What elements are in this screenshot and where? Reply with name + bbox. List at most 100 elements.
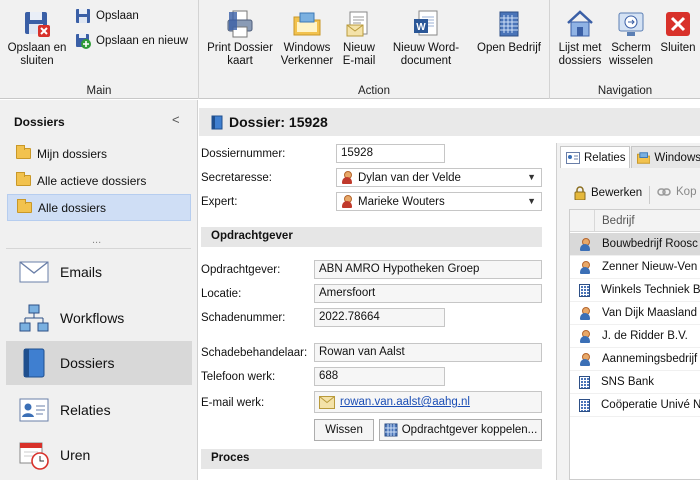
telefoon-werk-field[interactable]: 688 bbox=[314, 367, 445, 386]
expert-select[interactable]: Marieke Wouters ▼ bbox=[336, 192, 542, 211]
new-word-button[interactable]: W Nieuw Word-document bbox=[381, 9, 471, 68]
nav-workflows[interactable]: Workflows bbox=[6, 296, 192, 340]
folder-label: Alle actieve dossiers bbox=[37, 173, 147, 188]
edit-button[interactable]: Bewerken bbox=[574, 186, 642, 200]
dossier-book-icon bbox=[18, 347, 50, 379]
list-item[interactable]: Coöperatie Univé N bbox=[570, 394, 700, 417]
locatie-label: Locatie: bbox=[201, 288, 242, 300]
save-new-icon bbox=[76, 34, 91, 49]
nav-label: Workflows bbox=[60, 310, 125, 326]
group-label-navigation: Navigation bbox=[597, 85, 653, 97]
link-client-button[interactable]: Opdrachtgever koppelen... bbox=[379, 419, 542, 441]
calendar-clock-icon bbox=[18, 439, 50, 471]
dossier-list-button[interactable]: Lijst met dossiers bbox=[554, 9, 606, 68]
nav-label: Emails bbox=[60, 264, 103, 280]
windows-explorer-button[interactable]: Windows Verkenner bbox=[277, 9, 337, 68]
contact-card-icon bbox=[566, 151, 580, 164]
email-icon bbox=[346, 11, 368, 37]
schadenummer-label: Schadenummer: bbox=[201, 312, 286, 324]
envelope-icon bbox=[319, 395, 335, 409]
folder-explorer-icon bbox=[293, 12, 321, 36]
folder-all-active-dossiers[interactable]: Alle actieve dossiers bbox=[7, 167, 191, 194]
clear-button[interactable]: Wissen bbox=[314, 419, 374, 441]
dossiernummer-label: Dossiernummer: bbox=[201, 148, 286, 160]
dossiernummer-field[interactable]: 15928 bbox=[336, 144, 445, 163]
new-email-label: Nieuw E-mail bbox=[342, 42, 376, 67]
save-button[interactable]: Opslaan bbox=[75, 8, 139, 24]
list-item[interactable]: SNS Bank bbox=[570, 371, 700, 394]
building-icon bbox=[499, 11, 519, 37]
schadebehandelaar-field[interactable]: Rowan van Aalst bbox=[314, 343, 542, 362]
new-word-label: Nieuw Word-document bbox=[392, 42, 460, 67]
list-item[interactable]: Aannemingsbedrijf bbox=[570, 348, 700, 371]
save-close-label: Opslaan en sluiten bbox=[7, 42, 67, 67]
windows-explorer-label: Windows Verkenner bbox=[280, 42, 334, 67]
toolbar-divider bbox=[649, 186, 650, 204]
dossier-book-icon bbox=[211, 115, 223, 129]
building-icon bbox=[579, 283, 590, 297]
email-link[interactable]: rowan.van.aalst@aahg.nl bbox=[340, 396, 470, 408]
schadenummer-field[interactable]: 2022.78664 bbox=[314, 308, 445, 327]
column-divider bbox=[594, 210, 595, 232]
lock-icon bbox=[574, 186, 586, 200]
open-company-button[interactable]: Open Bedrijf bbox=[473, 9, 545, 55]
secretaresse-value: Dylan van der Velde bbox=[358, 171, 461, 184]
nav-label: Relaties bbox=[60, 402, 111, 418]
opdrachtgever-label: Opdrachtgever: bbox=[201, 264, 281, 276]
print-dossier-button[interactable]: Print Dossier kaart bbox=[205, 9, 275, 68]
tab-windows[interactable]: Windows bbox=[631, 146, 700, 168]
list-item-label: J. de Ridder B.V. bbox=[602, 330, 688, 342]
new-email-button[interactable]: Nieuw E-mail bbox=[337, 9, 381, 68]
relations-panel: Relaties Windows Bewerken Kop Bedrijf Bo… bbox=[556, 143, 700, 480]
list-item[interactable]: Van Dijk Maasland bbox=[570, 302, 700, 325]
chevron-down-icon: ▼ bbox=[527, 172, 536, 182]
secretaresse-label: Secretaresse: bbox=[201, 172, 272, 184]
workflow-icon bbox=[18, 302, 50, 334]
save-close-icon bbox=[25, 12, 50, 37]
chain-link-icon bbox=[657, 188, 671, 196]
nav-emails[interactable]: Emails bbox=[6, 250, 192, 294]
folder-my-dossiers[interactable]: Mijn dossiers bbox=[7, 140, 191, 167]
contact-card-icon bbox=[18, 394, 50, 426]
group-label-action: Action bbox=[358, 85, 390, 97]
folder-all-dossiers[interactable]: Alle dossiers bbox=[7, 194, 191, 221]
close-button[interactable]: Sluiten bbox=[656, 9, 700, 55]
collapse-sidebar-icon[interactable]: < bbox=[172, 112, 180, 127]
save-icon bbox=[76, 9, 90, 23]
save-new-button[interactable]: Opslaan en nieuw bbox=[75, 33, 188, 49]
schadebehandelaar-label: Schadebehandelaar: bbox=[201, 347, 308, 359]
switch-screen-label: Scherm wisselen bbox=[608, 42, 654, 67]
list-item[interactable]: Bouwbedrijf Roosc bbox=[570, 233, 700, 256]
section-opdrachtgever: Opdrachtgever bbox=[201, 227, 542, 247]
column-header-bedrijf[interactable]: Bedrijf bbox=[602, 215, 635, 227]
nav-relaties[interactable]: Relaties bbox=[6, 388, 192, 432]
ribbon-group-navigation: Lijst met dossiers Scherm wisselen Sluit… bbox=[550, 0, 700, 99]
link-relation-label: Kop bbox=[676, 186, 697, 198]
list-item[interactable]: J. de Ridder B.V. bbox=[570, 325, 700, 348]
folder-icon bbox=[16, 145, 31, 159]
tab-relaties[interactable]: Relaties bbox=[560, 146, 630, 168]
sidebar-title: Dossiers bbox=[14, 115, 65, 129]
chevron-down-icon: ▼ bbox=[527, 196, 536, 206]
opdrachtgever-field[interactable]: ABN AMRO Hypotheken Groep bbox=[314, 260, 542, 279]
secretaresse-select[interactable]: Dylan van der Velde ▼ bbox=[336, 168, 542, 187]
tab-label: Windows bbox=[654, 151, 700, 164]
list-item-label: Coöperatie Univé N bbox=[601, 399, 700, 411]
link-relation-button[interactable]: Kop bbox=[657, 186, 696, 198]
open-company-label: Open Bedrijf bbox=[477, 42, 541, 54]
sidebar-splitter-handle[interactable]: ... bbox=[92, 234, 101, 246]
list-item-label: Zenner Nieuw-Ven bbox=[602, 261, 698, 273]
list-item[interactable]: Zenner Nieuw-Ven bbox=[570, 256, 700, 279]
building-icon bbox=[579, 398, 590, 412]
list-item[interactable]: Winkels Techniek B bbox=[570, 279, 700, 302]
list-item-label: Winkels Techniek B bbox=[601, 284, 700, 296]
nav-uren[interactable]: Uren bbox=[6, 433, 192, 477]
link-client-label: Opdrachtgever koppelen... bbox=[401, 424, 538, 436]
nav-dossiers[interactable]: Dossiers bbox=[6, 341, 192, 385]
print-icon bbox=[227, 10, 253, 38]
locatie-field[interactable]: Amersfoort bbox=[314, 284, 542, 303]
switch-screen-button[interactable]: Scherm wisselen bbox=[606, 9, 656, 68]
save-close-button[interactable]: Opslaan en sluiten bbox=[4, 9, 70, 68]
nav-label: Uren bbox=[60, 447, 91, 463]
person-icon bbox=[579, 329, 591, 343]
